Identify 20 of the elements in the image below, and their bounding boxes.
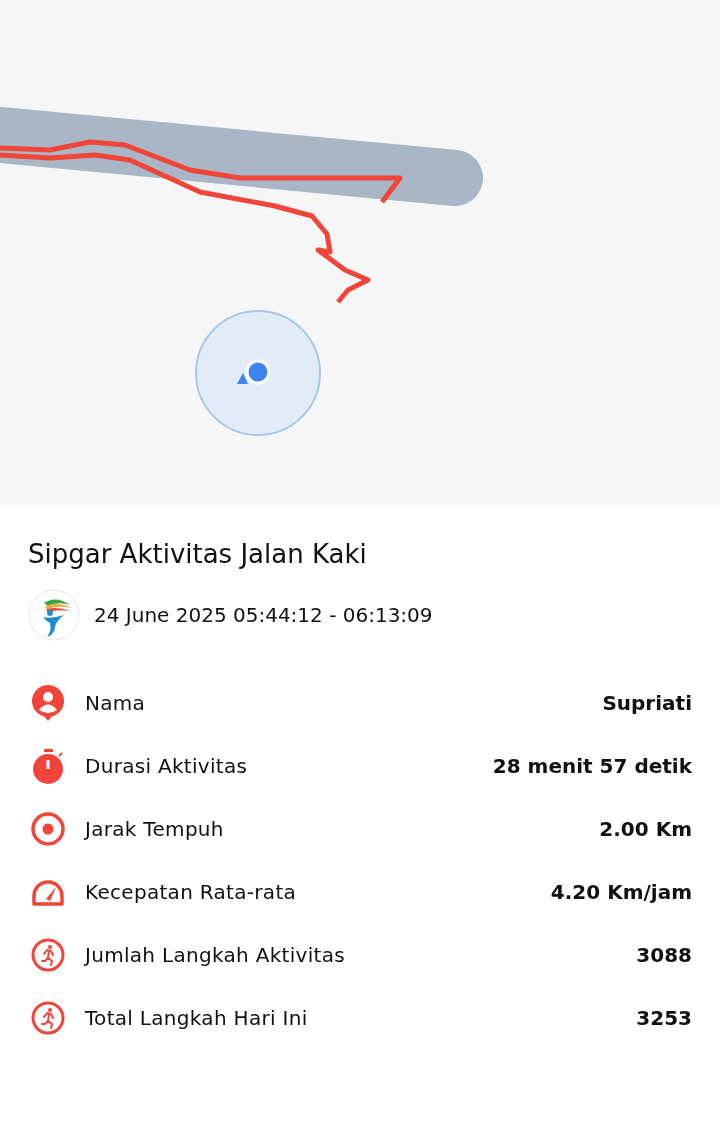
- person-icon: [30, 685, 66, 721]
- stat-value: 28 menit 57 detik: [492, 754, 692, 778]
- target-icon: [30, 811, 66, 847]
- stat-label: Durasi Aktivitas: [85, 754, 249, 778]
- stat-label: Nama: [85, 691, 147, 715]
- logo-icon: [28, 589, 80, 641]
- stat-label: Total Langkah Hari Ini: [85, 1006, 309, 1030]
- runner-icon: [30, 1000, 66, 1036]
- stat-label: Kecepatan Rata-rata: [85, 880, 298, 904]
- activity-title: Sipgar Aktivitas Jalan Kaki: [28, 538, 368, 571]
- stat-value: 3253: [636, 1006, 692, 1030]
- stat-value: Supriati: [602, 691, 692, 715]
- runner-icon: [30, 937, 66, 973]
- stat-label: Jumlah Langkah Aktivitas: [85, 943, 346, 967]
- stat-value: 4.20 Km/jam: [550, 880, 692, 904]
- stat-label: Jarak Tempuh: [85, 817, 225, 841]
- stat-value: 3088: [636, 943, 692, 967]
- stopwatch-icon: [30, 748, 66, 784]
- stat-value: 2.00 Km: [599, 817, 692, 841]
- time-range: 24 June 2025 05:44:12 - 06:13:09: [94, 603, 433, 627]
